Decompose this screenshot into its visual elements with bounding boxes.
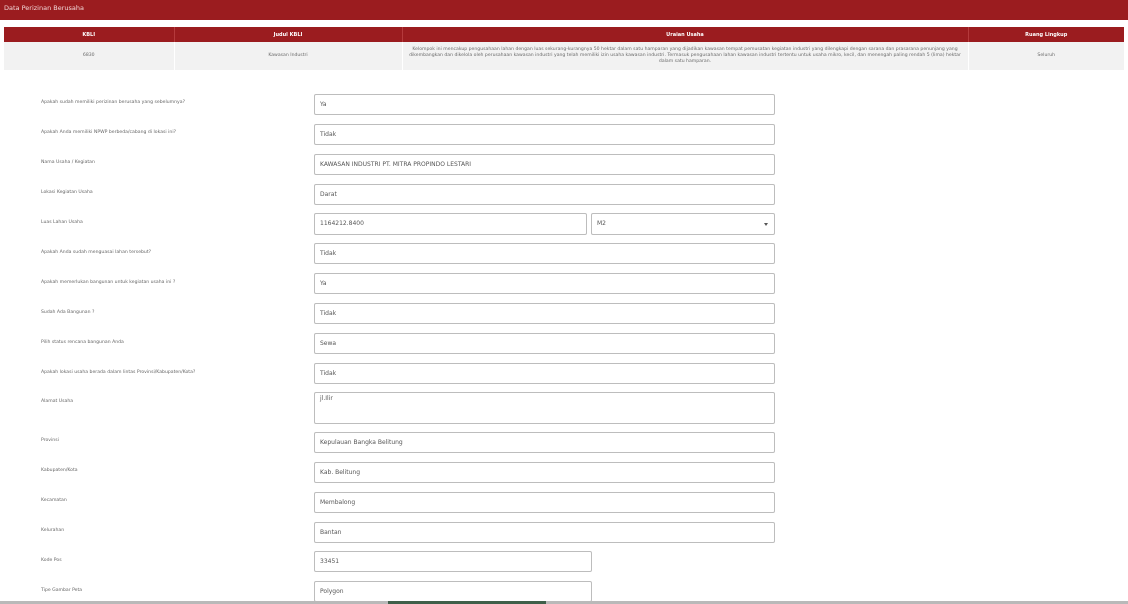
label-perizinan-sebelumnya: Apakah sudah memiliki perizinan berusaha… bbox=[41, 100, 186, 105]
column-header-uraian-usaha: Uraian Usaha bbox=[402, 27, 969, 42]
label-tipe-gambar-peta: Tipe Gambar Peta bbox=[41, 588, 83, 593]
label-alamat: Alamat Usaha bbox=[41, 399, 74, 404]
tipe-gambar-peta-field[interactable]: Polygon bbox=[314, 581, 592, 602]
lintas-wilayah-field[interactable]: Tidak bbox=[314, 363, 775, 384]
kbli-table: KBLI Judul KBLI Uraian Usaha Ruang Lingk… bbox=[4, 27, 1124, 70]
label-kabupaten: Kabupaten/Kota bbox=[41, 468, 78, 473]
column-header-kbli: KBLI bbox=[4, 27, 175, 42]
label-status-bangunan: Pilih status rencana bangunan Anda bbox=[41, 340, 124, 345]
caret-down-icon bbox=[764, 223, 768, 226]
cell-judul-kbli: Kawasan Industri bbox=[174, 42, 403, 70]
column-header-judul-kbli: Judul KBLI bbox=[174, 27, 403, 42]
kelurahan-field[interactable]: Bantan bbox=[314, 522, 775, 543]
label-kelurahan: Kelurahan bbox=[41, 528, 65, 533]
kabupaten-field[interactable]: Kab. Belitung bbox=[314, 462, 775, 483]
label-sudah-ada-bangunan: Sudah Ada Bangunan ? bbox=[41, 310, 95, 315]
label-lokasi-kegiatan: Lokasi Kegiatan Usaha bbox=[41, 190, 93, 195]
cell-kbli: 6830 bbox=[4, 42, 175, 70]
table-row: 6830 Kawasan Industri Kelompok ini menca… bbox=[4, 42, 1124, 70]
npwp-cabang-field[interactable]: Tidak bbox=[314, 124, 775, 145]
perizinan-sebelumnya-field[interactable]: Ya bbox=[314, 94, 775, 115]
lokasi-kegiatan-field[interactable]: Darat bbox=[314, 184, 775, 205]
cell-uraian-usaha: Kelompok ini mencakup pengusahaan lahan … bbox=[402, 42, 969, 70]
label-memerlukan-bangunan: Apakah memerlukan bangunan untuk kegiata… bbox=[41, 280, 176, 285]
cell-ruang-lingkup: Seluruh bbox=[968, 42, 1124, 70]
label-menguasai-lahan: Apakah Anda sudah menguasai lahan terseb… bbox=[41, 250, 152, 255]
luas-lahan-field[interactable]: 1164212.8400 bbox=[314, 213, 587, 235]
kecamatan-field[interactable]: Membalong bbox=[314, 492, 775, 513]
alamat-textarea[interactable]: jl.Ilir bbox=[314, 392, 775, 424]
luas-lahan-unit-select[interactable]: M2 bbox=[591, 213, 775, 235]
status-bangunan-field[interactable]: Sewa bbox=[314, 333, 775, 354]
menguasai-lahan-field[interactable]: Tidak bbox=[314, 243, 775, 264]
label-luas-lahan: Luas Lahan Usaha bbox=[41, 220, 83, 225]
luas-lahan-unit-value: M2 bbox=[597, 220, 606, 227]
provinsi-field[interactable]: Kepulauan Bangka Belitung bbox=[314, 432, 775, 453]
page-header: Data Perizinan Berusaha bbox=[0, 0, 1128, 20]
label-nama-usaha: Nama Usaha / Kegiatan bbox=[41, 160, 95, 165]
label-provinsi: Provinsi bbox=[41, 438, 59, 443]
label-npwp-cabang: Apakah Anda memiliki NPWP berbeda/cabang… bbox=[41, 130, 177, 135]
kode-pos-field[interactable]: 33451 bbox=[314, 551, 592, 572]
memerlukan-bangunan-field[interactable]: Ya bbox=[314, 273, 775, 294]
label-kode-pos: Kode Pos bbox=[41, 558, 62, 563]
label-lintas-wilayah: Apakah lokasi usaha berada dalam lintas … bbox=[41, 370, 196, 375]
nama-usaha-field[interactable]: KAWASAN INDUSTRI PT. MITRA PROPINDO LEST… bbox=[314, 154, 775, 175]
sudah-ada-bangunan-field[interactable]: Tidak bbox=[314, 303, 775, 324]
table-header-row: KBLI Judul KBLI Uraian Usaha Ruang Lingk… bbox=[4, 27, 1124, 42]
label-kecamatan: Kecamatan bbox=[41, 498, 67, 503]
page-title: Data Perizinan Berusaha bbox=[4, 4, 84, 12]
column-header-ruang-lingkup: Ruang Lingkup bbox=[968, 27, 1124, 42]
